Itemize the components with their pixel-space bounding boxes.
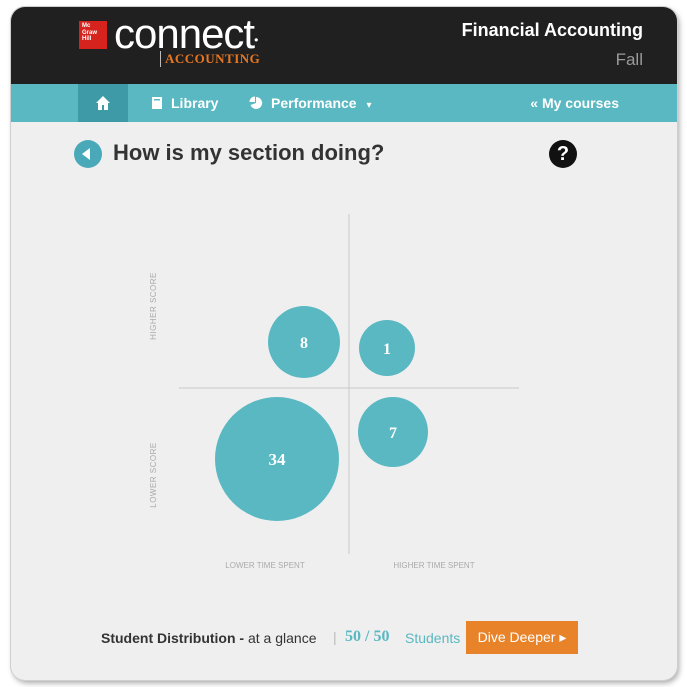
y-label-higher-score: HIGHER SCORE bbox=[149, 272, 158, 340]
nav-performance-label: Performance bbox=[271, 95, 357, 111]
course-title: Financial Accounting bbox=[461, 20, 643, 40]
course-term: Fall bbox=[615, 50, 643, 69]
nav-bar: Library Performance ▾ « My courses bbox=[11, 84, 677, 122]
product-subtitle: ACCOUNTING bbox=[160, 51, 260, 67]
connect-logo-text: connect bbox=[114, 10, 255, 57]
footer-separator: | bbox=[333, 629, 337, 645]
dive-deeper-button[interactable]: Dive Deeper ▸ bbox=[466, 621, 578, 654]
top-header: Mc Graw Hill connect• ACCOUNTING Financial… bbox=[11, 7, 677, 84]
book-icon bbox=[152, 97, 162, 109]
bubble-count-label: 8 bbox=[300, 335, 308, 352]
nav-library-label: Library bbox=[171, 95, 219, 111]
app-window: Mc Graw Hill connect• ACCOUNTING Financial… bbox=[11, 7, 677, 680]
mcgraw-hill-logo: Mc Graw Hill bbox=[79, 21, 107, 49]
home-icon bbox=[96, 96, 110, 110]
nav-library[interactable]: Library bbox=[151, 95, 218, 111]
nav-my-courses[interactable]: « My courses bbox=[530, 95, 619, 111]
distribution-label-bold: Student Distribution - bbox=[101, 630, 245, 646]
x-label-higher-time: HIGHER TIME SPENT bbox=[393, 561, 474, 570]
bubble-count-label: 34 bbox=[269, 450, 287, 469]
distribution-label-rest: at a glance bbox=[244, 630, 317, 646]
pie-chart-icon bbox=[249, 96, 263, 109]
students-label: Students bbox=[405, 630, 461, 646]
chevron-down-icon: ▾ bbox=[366, 100, 372, 111]
main-content: How is my section doing? ? HIGHER SCORE … bbox=[11, 122, 677, 680]
student-count: 50 / 50 bbox=[345, 628, 390, 645]
x-label-lower-time: LOWER TIME SPENT bbox=[225, 561, 305, 570]
distribution-label: Student Distribution - at a glance bbox=[101, 630, 316, 646]
bubble-count-label: 1 bbox=[383, 341, 391, 358]
connect-logo[interactable]: connect• bbox=[114, 10, 258, 57]
y-label-lower-score: LOWER SCORE bbox=[149, 442, 158, 508]
student-distribution-chart: HIGHER SCORE LOWER SCORE LOWER TIME SPEN… bbox=[149, 214, 519, 570]
nav-home-button[interactable] bbox=[78, 84, 128, 122]
bubble-count-label: 7 bbox=[389, 425, 397, 442]
nav-performance[interactable]: Performance ▾ bbox=[249, 95, 372, 111]
